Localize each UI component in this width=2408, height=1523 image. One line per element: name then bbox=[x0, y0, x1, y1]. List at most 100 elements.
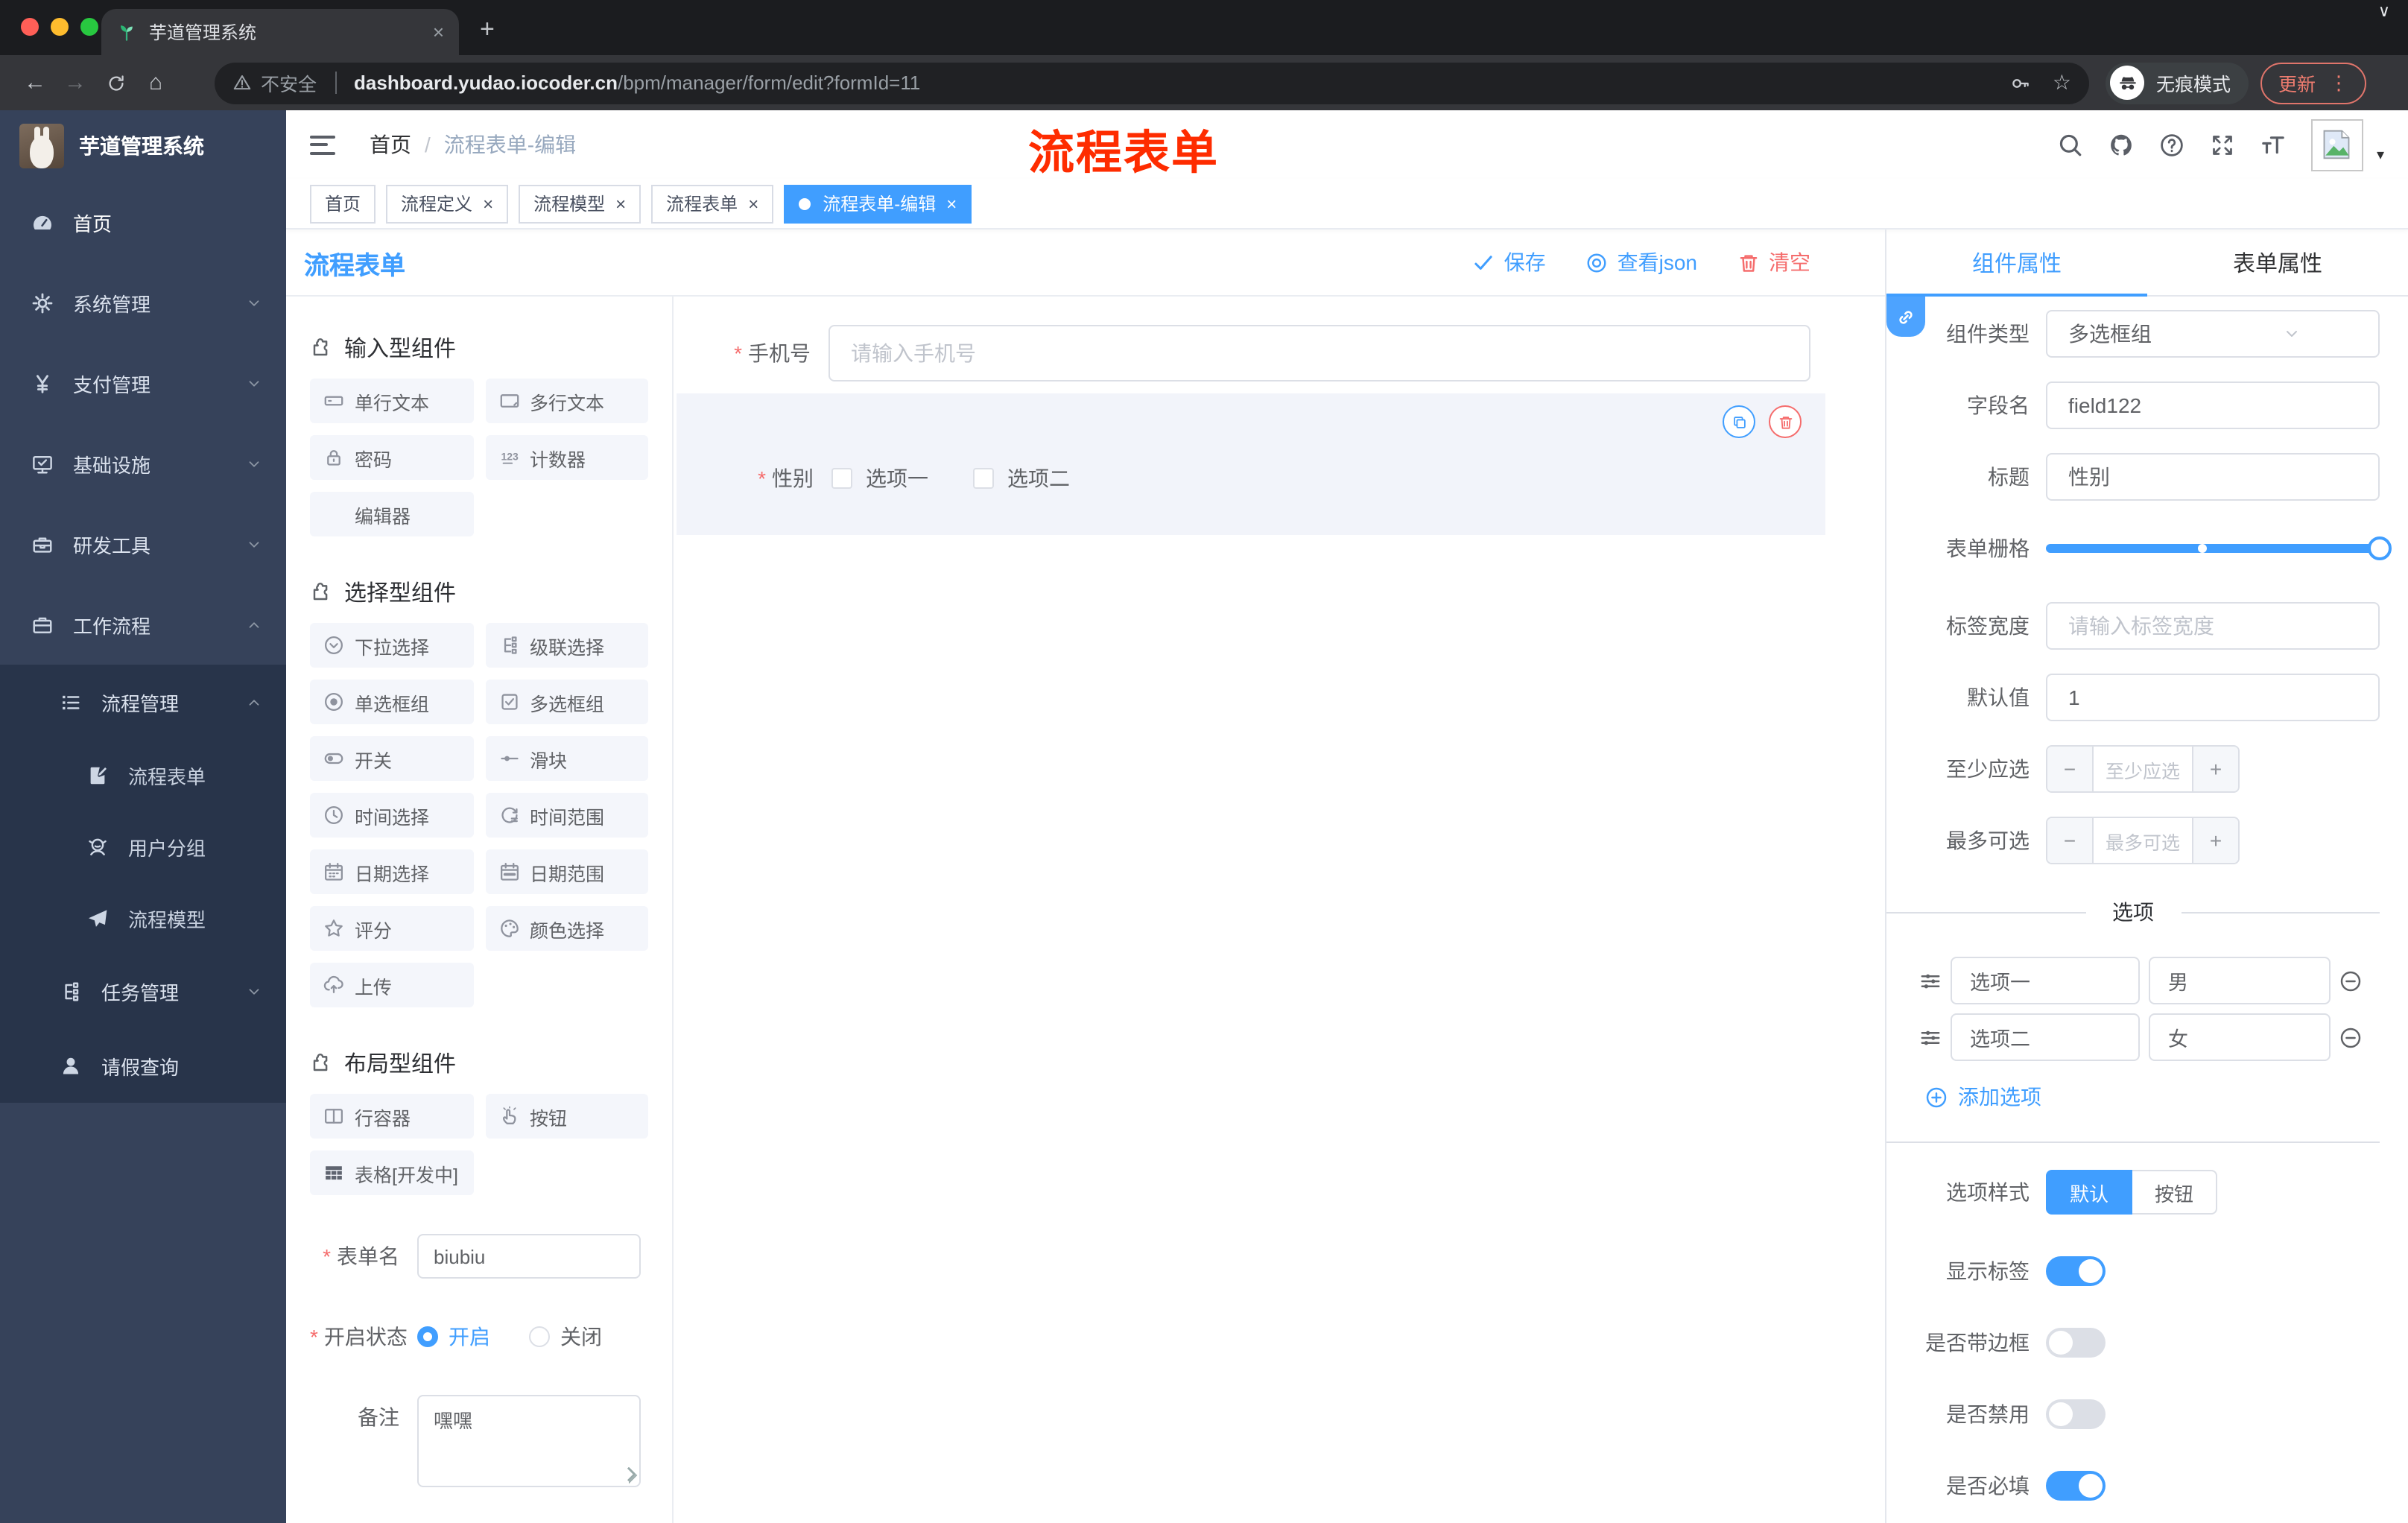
delete-component-button[interactable] bbox=[1769, 405, 1802, 438]
add-option-button[interactable]: 添加选项 bbox=[1925, 1082, 2380, 1112]
url-bar[interactable]: 不安全 dashboard.yudao.iocoder.cn/bpm/manag… bbox=[215, 62, 2089, 104]
sidebar-item-infra[interactable]: 基础设施 bbox=[0, 423, 286, 504]
home-button[interactable]: ⌂ bbox=[136, 70, 176, 95]
password-key-icon[interactable] bbox=[2011, 72, 2032, 93]
palette-item-time-picker[interactable]: 时间选择 bbox=[310, 793, 473, 838]
tag-home[interactable]: 首页 bbox=[310, 184, 376, 223]
back-button[interactable]: ← bbox=[15, 70, 55, 95]
sidebar-item-home[interactable]: 首页 bbox=[0, 182, 286, 262]
stepper-plus-button[interactable]: + bbox=[2192, 747, 2238, 791]
checkbox-icon[interactable] bbox=[973, 468, 994, 489]
component-type-select[interactable]: 多选框组 bbox=[2046, 310, 2380, 358]
palette-item-button[interactable]: 按钮 bbox=[485, 1094, 648, 1139]
form-remark-textarea[interactable]: 嘿嘿 bbox=[417, 1395, 641, 1487]
border-toggle[interactable] bbox=[2046, 1328, 2106, 1358]
palette-item-date-picker[interactable]: 日期选择 bbox=[310, 849, 473, 894]
sidebar-item-process-mgmt[interactable]: 流程管理 bbox=[0, 665, 286, 739]
link-icon[interactable] bbox=[1886, 297, 1925, 337]
fullscreen-icon[interactable] bbox=[2210, 132, 2235, 157]
disabled-toggle[interactable] bbox=[2046, 1399, 2106, 1429]
security-label[interactable]: 不安全 bbox=[261, 69, 317, 97]
forward-button[interactable]: → bbox=[55, 70, 95, 95]
option-style-button[interactable]: 按钮 bbox=[2132, 1170, 2218, 1215]
min-select-placeholder[interactable]: 至少应选 bbox=[2094, 747, 2192, 791]
palette-item-date-range[interactable]: 日期范围 bbox=[485, 849, 648, 894]
tab-component-props[interactable]: 组件属性 bbox=[1886, 229, 2147, 297]
option-value-input[interactable] bbox=[2149, 957, 2331, 1004]
slider-handle[interactable] bbox=[2368, 536, 2392, 560]
palette-item-editor[interactable]: 编辑器 bbox=[310, 492, 473, 536]
slider-track[interactable] bbox=[2046, 536, 2392, 560]
tag-close-icon[interactable]: × bbox=[615, 193, 626, 214]
option-value-input[interactable] bbox=[2149, 1013, 2331, 1061]
form-name-input[interactable] bbox=[417, 1234, 641, 1279]
palette-item-slider[interactable]: 滑块 bbox=[485, 736, 648, 781]
status-radio-off[interactable]: 关闭 bbox=[529, 1322, 602, 1352]
clear-button[interactable]: 清空 bbox=[1737, 247, 1810, 277]
palette-item-row-container[interactable]: 行容器 bbox=[310, 1094, 473, 1139]
tag-close-icon[interactable]: × bbox=[748, 193, 758, 214]
drag-handle-icon[interactable] bbox=[1919, 1026, 1942, 1048]
tab-form-props[interactable]: 表单属性 bbox=[2147, 229, 2408, 295]
palette-item-multi-line[interactable]: 多行文本 bbox=[485, 379, 648, 423]
breadcrumb-home[interactable]: 首页 bbox=[370, 130, 411, 159]
browser-menu-kebab-icon[interactable]: ⋮ bbox=[2329, 71, 2348, 95]
zoom-window-button[interactable] bbox=[80, 18, 98, 36]
status-radio-on[interactable]: 开启 bbox=[417, 1322, 490, 1352]
sidebar-item-task-mgmt[interactable]: 任务管理 bbox=[0, 954, 286, 1028]
tag-process-form-edit[interactable]: 流程表单-编辑 × bbox=[784, 184, 972, 223]
font-size-icon[interactable] bbox=[2260, 132, 2286, 157]
gender-option-1[interactable]: 选项一 bbox=[831, 463, 928, 493]
palette-item-password[interactable]: 密码 bbox=[310, 435, 473, 480]
label-width-input[interactable] bbox=[2046, 602, 2380, 650]
stepper-minus-button[interactable]: − bbox=[2047, 818, 2094, 863]
gender-option-2[interactable]: 选项二 bbox=[973, 463, 1070, 493]
show-label-toggle[interactable] bbox=[2046, 1256, 2106, 1286]
palette-item-counter[interactable]: 123 计数器 bbox=[485, 435, 648, 480]
tag-close-icon[interactable]: × bbox=[946, 193, 957, 214]
browser-update-button[interactable]: 更新 ⋮ bbox=[2260, 62, 2367, 104]
sidebar-item-process-model[interactable]: 流程模型 bbox=[0, 882, 286, 954]
palette-item-checkbox-group[interactable]: 多选框组 bbox=[485, 680, 648, 724]
security-warning-icon[interactable] bbox=[232, 73, 252, 92]
save-button[interactable]: 保存 bbox=[1473, 247, 1546, 277]
search-icon[interactable] bbox=[2058, 132, 2083, 157]
phone-input[interactable] bbox=[828, 325, 1810, 381]
palette-item-radio-group[interactable]: 单选框组 bbox=[310, 680, 473, 724]
palette-item-rate[interactable]: 评分 bbox=[310, 906, 473, 951]
form-grid-slider[interactable] bbox=[2046, 525, 2392, 572]
title-input[interactable] bbox=[2046, 453, 2380, 501]
browser-tab[interactable]: 芋道管理系统 × bbox=[101, 9, 459, 55]
checkbox-icon[interactable] bbox=[831, 468, 852, 489]
minimize-window-button[interactable] bbox=[51, 18, 69, 36]
help-icon[interactable] bbox=[2159, 132, 2184, 157]
tag-close-icon[interactable]: × bbox=[483, 193, 493, 214]
close-window-button[interactable] bbox=[21, 18, 39, 36]
canvas-field-phone[interactable]: 手机号 bbox=[674, 325, 1810, 381]
collapse-sidebar-icon[interactable] bbox=[310, 135, 335, 154]
canvas-field-gender[interactable]: 性别 选项一 选项二 bbox=[677, 463, 1825, 493]
palette-item-table[interactable]: 表格[开发中] bbox=[310, 1150, 473, 1195]
palette-item-color-picker[interactable]: 颜色选择 bbox=[485, 906, 648, 951]
sidebar-item-workflow[interactable]: 工作流程 bbox=[0, 584, 286, 665]
bookmark-star-icon[interactable]: ☆ bbox=[2053, 70, 2071, 95]
palette-item-upload[interactable]: 上传 bbox=[310, 963, 473, 1007]
max-select-placeholder[interactable]: 最多可选 bbox=[2094, 818, 2192, 863]
option-label-input[interactable] bbox=[1951, 1013, 2140, 1061]
default-value-input[interactable] bbox=[2046, 674, 2380, 721]
sidebar-item-devtools[interactable]: 研发工具 bbox=[0, 504, 286, 584]
stepper-plus-button[interactable]: + bbox=[2192, 818, 2238, 863]
palette-item-select[interactable]: 下拉选择 bbox=[310, 623, 473, 668]
sidebar-item-system[interactable]: 系统管理 bbox=[0, 262, 286, 343]
sidebar-item-leave-query[interactable]: 请假查询 bbox=[0, 1028, 286, 1103]
sidebar-item-user-group[interactable]: 用户分组 bbox=[0, 811, 286, 882]
avatar-caret-icon[interactable]: ▾ bbox=[2377, 147, 2384, 163]
remove-option-icon[interactable] bbox=[2339, 969, 2362, 992]
remove-option-icon[interactable] bbox=[2339, 1026, 2362, 1048]
drag-handle-icon[interactable] bbox=[1919, 969, 1942, 992]
canvas-selected-component[interactable]: 性别 选项一 选项二 bbox=[677, 393, 1825, 535]
stepper-minus-button[interactable]: − bbox=[2047, 747, 2094, 791]
option-style-default[interactable]: 默认 bbox=[2046, 1170, 2133, 1215]
tag-process-model[interactable]: 流程模型 × bbox=[519, 184, 641, 223]
palette-item-switch[interactable]: 开关 bbox=[310, 736, 473, 781]
